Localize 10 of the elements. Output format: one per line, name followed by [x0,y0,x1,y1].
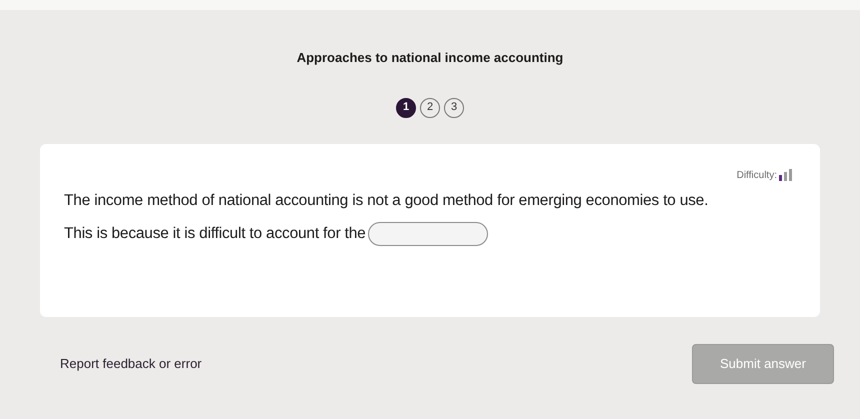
question-text: This is because it is difficult to account for the [64,224,366,244]
step-indicator[interactable]: 1 [396,98,416,118]
difficulty-label: Difficulty: [736,168,777,182]
step-indicator[interactable]: 3 [444,98,464,118]
difficulty-icon [779,168,792,180]
quiz-title: Approaches to national income accounting [296,49,564,67]
answer-field[interactable] [368,222,488,246]
report-link[interactable]: Report feedback or error [60,354,202,374]
step-indicator[interactable]: 2 [420,98,440,118]
question-text: The income method of national accounting is not a good method for emerging economies to use. [64,190,710,210]
